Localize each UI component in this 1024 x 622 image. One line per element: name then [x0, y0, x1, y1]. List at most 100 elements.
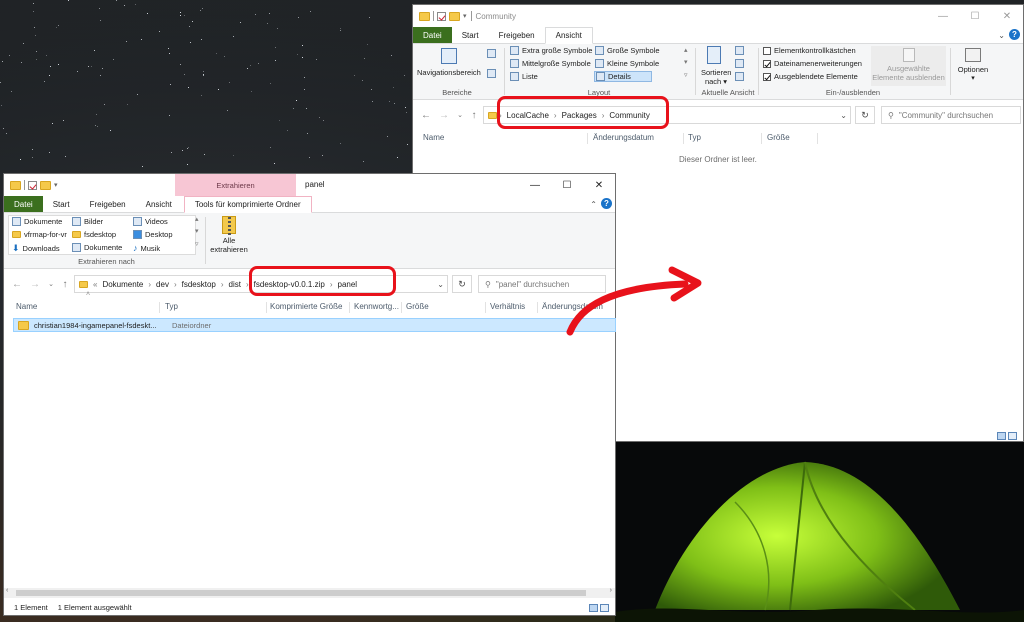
- ausgewaehlte-elemente-ausblenden-button[interactable]: Ausgewählte Elemente ausblenden: [871, 46, 946, 86]
- up-arrow-icon[interactable]: ↑: [467, 110, 481, 121]
- column-separator[interactable]: [401, 302, 402, 313]
- details-view-icon[interactable]: [589, 604, 598, 612]
- alle-extrahieren-button[interactable]: Alle extrahieren: [209, 216, 249, 254]
- checkbox-elementkontrollkaestchen[interactable]: Elementkontrollkästchen: [763, 46, 856, 55]
- breadcrumb-overflow[interactable]: «: [91, 280, 99, 289]
- breadcrumb-fsdesktop[interactable]: fsdesktop: [179, 280, 219, 289]
- scroll-right-icon[interactable]: ›: [610, 587, 612, 594]
- checkbox-dateinamenerweiterungen[interactable]: Dateinamenerweiterungen: [763, 59, 862, 68]
- properties-icon[interactable]: [28, 180, 37, 190]
- sort-icon[interactable]: [707, 46, 721, 64]
- tab-freigeben[interactable]: Freigeben: [80, 196, 136, 212]
- column-komprimierte-groesse[interactable]: Komprimierte Größe: [270, 302, 342, 311]
- column-groesse[interactable]: Größe: [406, 302, 429, 311]
- address-dropdown-icon[interactable]: ⌄: [437, 280, 444, 289]
- minimize-button[interactable]: —: [927, 5, 959, 27]
- column-name[interactable]: Name: [423, 133, 444, 142]
- details-view-icon[interactable]: [997, 432, 1006, 440]
- target-fsdesktop[interactable]: fsdesktop: [72, 230, 116, 239]
- large-icons-view-icon[interactable]: [600, 604, 609, 612]
- target-desktop[interactable]: Desktop: [133, 230, 173, 239]
- layout-expand-icon[interactable]: ▿: [684, 71, 688, 79]
- navigationsbereich-button[interactable]: Navigationsbereich: [417, 68, 481, 77]
- target-bilder[interactable]: Bilder: [72, 217, 103, 226]
- tab-freigeben[interactable]: Freigeben: [489, 27, 545, 43]
- help-icon[interactable]: ?: [601, 198, 612, 209]
- preview-pane-icon[interactable]: [487, 49, 496, 58]
- column-typ[interactable]: Typ: [688, 133, 701, 142]
- help-icon[interactable]: ?: [1009, 29, 1020, 40]
- fit-columns-icon[interactable]: [735, 72, 744, 81]
- refresh-button[interactable]: ↻: [452, 275, 472, 293]
- recent-locations-icon[interactable]: ⌄: [44, 280, 58, 288]
- target-dokumente-2[interactable]: Dokumente: [72, 243, 122, 252]
- navigation-pane-icon[interactable]: [441, 48, 457, 64]
- properties-icon[interactable]: [437, 11, 446, 21]
- maximize-button[interactable]: ☐: [551, 174, 583, 196]
- tab-datei[interactable]: Datei: [4, 196, 43, 212]
- title-bar[interactable]: ▾ Extrahieren panel — ☐ ✕: [4, 174, 615, 196]
- group-by-icon[interactable]: [735, 46, 744, 55]
- breadcrumb-dev[interactable]: dev: [153, 280, 172, 289]
- column-separator[interactable]: [761, 133, 762, 144]
- column-separator[interactable]: [485, 302, 486, 313]
- layout-large-icons[interactable]: Große Symbole: [595, 46, 660, 55]
- breadcrumb-dist[interactable]: dist: [226, 280, 244, 289]
- column-aenderungsdatum[interactable]: Änderungsdatum: [593, 133, 654, 142]
- horizontal-scrollbar[interactable]: ‹ ›: [4, 587, 615, 598]
- tab-datei[interactable]: Datei: [413, 27, 452, 43]
- forward-arrow-icon[interactable]: →: [437, 110, 451, 121]
- new-folder-icon[interactable]: [40, 180, 51, 190]
- back-arrow-icon[interactable]: ←: [419, 110, 433, 121]
- target-videos[interactable]: Videos: [133, 217, 168, 226]
- column-groesse[interactable]: Größe: [767, 133, 790, 142]
- scroll-left-icon[interactable]: ‹: [6, 587, 8, 594]
- tab-start[interactable]: Start: [43, 196, 80, 212]
- column-verhaeltnis[interactable]: Verhältnis: [490, 302, 525, 311]
- up-arrow-icon[interactable]: ↑: [58, 279, 72, 290]
- minimize-button[interactable]: —: [519, 174, 551, 196]
- chevron-right-icon[interactable]: ›: [219, 280, 226, 289]
- table-row[interactable]: christian1984-ingamepanel-fsdeskt... Dat…: [13, 318, 616, 332]
- layout-small-icons[interactable]: Kleine Symbole: [595, 59, 659, 68]
- panel-window[interactable]: ▾ Extrahieren panel — ☐ ✕ Datei Start Fr…: [3, 173, 616, 616]
- layout-extra-large-icons[interactable]: Extra große Symbole: [510, 46, 592, 55]
- column-separator[interactable]: [159, 302, 160, 313]
- maximize-button[interactable]: ☐: [959, 5, 991, 27]
- layout-list[interactable]: Liste: [510, 72, 538, 81]
- close-button[interactable]: ✕: [583, 174, 615, 196]
- target-downloads[interactable]: ⬇ Downloads: [12, 243, 60, 254]
- breadcrumb-dokumente[interactable]: Dokumente: [99, 280, 146, 289]
- refresh-button[interactable]: ↻: [855, 106, 875, 124]
- title-bar[interactable]: ▾ Community — ☐ ✕: [413, 5, 1023, 27]
- target-vfrmap-for-vr[interactable]: vfrmap-for-vr: [12, 230, 67, 239]
- quick-access-dropdown-icon[interactable]: ▾: [54, 181, 58, 189]
- back-arrow-icon[interactable]: ←: [10, 279, 24, 290]
- column-separator[interactable]: [683, 133, 684, 144]
- layout-scroll-up-icon[interactable]: ▴: [684, 46, 688, 54]
- gallery-scroll-up-icon[interactable]: ▴: [195, 215, 199, 223]
- column-kennwortgeschuetzt[interactable]: Kennwortg...: [354, 302, 399, 311]
- column-separator[interactable]: [537, 302, 538, 313]
- sortieren-button[interactable]: Sortieren nach ▾: [701, 68, 731, 86]
- chevron-right-icon[interactable]: ›: [172, 280, 179, 289]
- tab-ansicht[interactable]: Ansicht: [544, 27, 593, 44]
- layout-details[interactable]: Details: [594, 71, 652, 82]
- tab-ansicht[interactable]: Ansicht: [136, 196, 182, 212]
- layout-scroll-down-icon[interactable]: ▾: [684, 58, 688, 66]
- column-separator[interactable]: [817, 133, 818, 144]
- ribbon-collapse-icon[interactable]: ⌃: [590, 200, 597, 209]
- scrollbar-thumb[interactable]: [16, 590, 586, 596]
- layout-medium-icons[interactable]: Mittelgroße Symbole: [510, 59, 591, 68]
- quick-access-dropdown-icon[interactable]: ▾: [463, 12, 467, 20]
- large-icons-view-icon[interactable]: [1008, 432, 1017, 440]
- ribbon-collapse-icon[interactable]: ⌄: [998, 31, 1005, 40]
- forward-arrow-icon[interactable]: →: [28, 279, 42, 290]
- gallery-scroll-down-icon[interactable]: ▾: [195, 227, 199, 235]
- tab-start[interactable]: Start: [452, 27, 489, 43]
- close-button[interactable]: ✕: [991, 5, 1023, 27]
- search-input[interactable]: ⚲ "Community" durchsuchen: [881, 106, 1021, 124]
- tab-tools-komprimierte-ordner[interactable]: Tools für komprimierte Ordner: [183, 196, 312, 213]
- recent-locations-icon[interactable]: ⌄: [453, 111, 467, 119]
- gallery-expand-icon[interactable]: ▿: [195, 240, 199, 248]
